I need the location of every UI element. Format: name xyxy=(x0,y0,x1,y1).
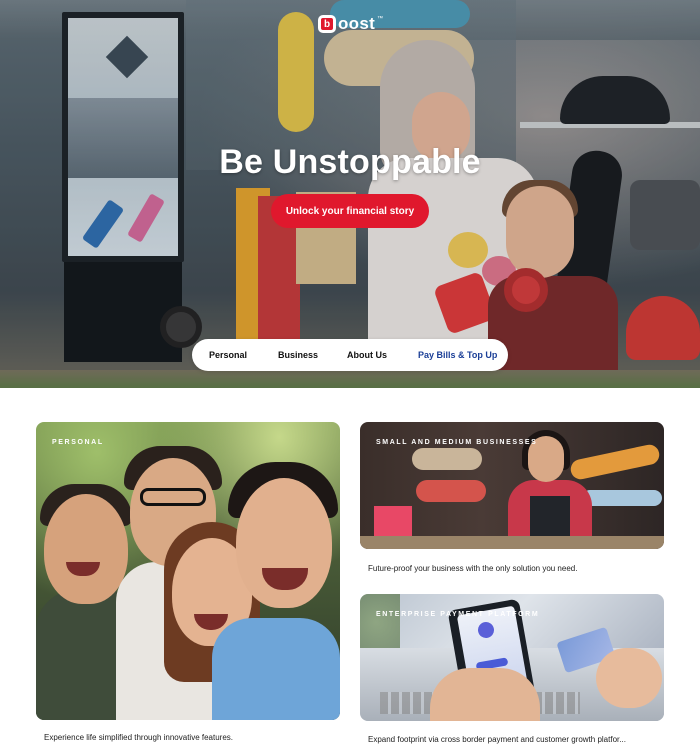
sme-card-caption[interactable]: Future-proof your business with the only… xyxy=(368,564,577,573)
enterprise-card[interactable]: ENTERPRISE PAYMENT PLATFORM xyxy=(360,594,664,721)
trademark-symbol: ™ xyxy=(377,16,384,22)
personal-photo-face xyxy=(44,494,128,604)
boost-logo[interactable]: b oost ™ xyxy=(318,14,383,34)
boost-logo-icon: b xyxy=(318,15,336,33)
enterprise-photo-hand xyxy=(430,668,540,721)
sme-photo-skateboard xyxy=(582,490,662,506)
personal-card-tag: PERSONAL xyxy=(52,439,104,446)
personal-card-caption[interactable]: Experience life simplified through innov… xyxy=(44,733,233,742)
sme-card[interactable]: SMALL AND MEDIUM BUSINESSES xyxy=(360,422,664,549)
personal-photo-person xyxy=(212,618,340,720)
section-nav-pill: Personal Business About Us Pay Bills & T… xyxy=(192,339,508,371)
sme-card-tag: SMALL AND MEDIUM BUSINESSES xyxy=(376,439,538,446)
sme-photo-counter xyxy=(360,536,664,549)
enterprise-card-caption[interactable]: Expand footprint via cross border paymen… xyxy=(368,735,626,744)
personal-photo-glasses xyxy=(140,488,206,506)
sme-photo-skateboard xyxy=(412,448,482,470)
personal-card[interactable]: PERSONAL xyxy=(36,422,340,720)
hero-title: Be Unstoppable xyxy=(219,143,481,181)
nav-item-pay-bills-top-up[interactable]: Pay Bills & Top Up xyxy=(418,350,497,360)
nav-item-business[interactable]: Business xyxy=(278,350,318,360)
sme-photo-skateboard xyxy=(568,442,662,482)
enterprise-card-tag: ENTERPRISE PAYMENT PLATFORM xyxy=(376,611,540,618)
nav-item-personal[interactable]: Personal xyxy=(209,350,247,360)
boost-logo-wordmark: oost xyxy=(338,14,376,33)
nav-item-about-us[interactable]: About Us xyxy=(347,350,387,360)
unlock-financial-story-button[interactable]: Unlock your financial story xyxy=(271,194,429,228)
hero-banner: b oost ™ Be Unstoppable Unlock your fina… xyxy=(0,0,700,388)
enterprise-photo-hand xyxy=(596,648,662,708)
sme-photo-skateboard xyxy=(416,480,486,502)
